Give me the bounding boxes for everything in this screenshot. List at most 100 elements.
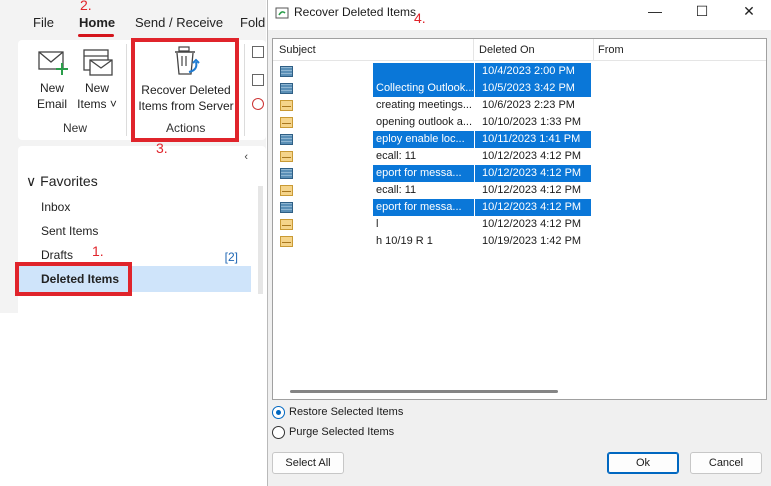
restore-label: Restore Selected Items: [289, 406, 404, 418]
collapse-pane-icon[interactable]: ‹: [244, 151, 248, 163]
tab-home[interactable]: Home: [79, 15, 115, 30]
recover-app-icon: [275, 7, 289, 19]
list-item[interactable]: 10/4/2023 2:00 PM: [273, 63, 766, 80]
new-items-label-2: Items ˅: [77, 97, 117, 111]
list-item[interactable]: eploy enable loc... 10/11/2023 1:41 PM: [273, 131, 766, 148]
drafts-count-badge: [2]: [224, 250, 238, 264]
minimize-button[interactable]: —: [643, 3, 667, 23]
list-item[interactable]: eport for messa... 10/12/2023 4:12 PM: [273, 165, 766, 182]
item-deleted-on: 10/4/2023 2:00 PM: [482, 65, 575, 77]
selection-highlight: [373, 63, 474, 80]
folder-sent-items[interactable]: Sent Items: [41, 224, 98, 238]
partial-ribbon-icon-2: [252, 74, 264, 86]
favorites-label: Favorites: [40, 173, 98, 189]
column-divider: [473, 39, 474, 61]
item-subject: eport for messa...: [376, 167, 462, 179]
partial-ribbon-icon-3: [252, 98, 264, 110]
item-deleted-on: 10/12/2023 4:12 PM: [482, 167, 582, 179]
item-deleted-on: 10/12/2023 4:12 PM: [482, 201, 582, 213]
new-items-button[interactable]: New Items ˅: [74, 46, 120, 112]
item-deleted-on: 10/11/2023 1:41 PM: [482, 133, 581, 145]
recover-deleted-items-dialog: Recover Deleted Items 4. — ☐ ✕ Subject D…: [267, 0, 771, 486]
cancel-button[interactable]: Cancel: [690, 452, 762, 474]
folder-pane-scrollbar[interactable]: [258, 186, 263, 294]
deleted-items-list[interactable]: Subject Deleted On From 10/4/2023 2:00 P…: [272, 38, 767, 400]
envelope-icon: [280, 117, 293, 128]
envelope-icon: [280, 151, 293, 162]
favorites-header[interactable]: ∨ Favorites: [26, 173, 98, 190]
list-item[interactable]: opening outlook a... 10/10/2023 1:33 PM: [273, 114, 766, 131]
item-subject: ecall: 11: [376, 150, 417, 162]
maximize-button[interactable]: ☐: [690, 3, 714, 23]
list-item[interactable]: ecall: 11 10/12/2023 4:12 PM: [273, 182, 766, 199]
item-deleted-on: 10/19/2023 1:42 PM: [482, 235, 582, 247]
column-deleted-on[interactable]: Deleted On: [479, 44, 535, 56]
folder-drafts[interactable]: Drafts: [41, 248, 73, 262]
highlight-box-recover-button: [131, 38, 239, 142]
purge-label: Purge Selected Items: [289, 426, 395, 438]
list-item[interactable]: ecall: 11 10/12/2023 4:12 PM: [273, 148, 766, 165]
note-icon: [280, 134, 293, 145]
step-2-label: 2.: [80, 0, 92, 13]
partial-ribbon-icon: [252, 46, 264, 58]
dialog-titlebar: Recover Deleted Items 4. — ☐ ✕: [268, 0, 771, 30]
new-email-label-2: Email: [36, 97, 67, 111]
column-from[interactable]: From: [598, 44, 624, 56]
item-subject: creating meetings...: [376, 99, 472, 111]
chevron-down-icon: ∨: [26, 173, 37, 189]
item-subject: opening outlook a...: [376, 116, 473, 128]
column-divider: [593, 39, 594, 61]
select-all-button[interactable]: Select All: [272, 452, 344, 474]
column-subject[interactable]: Subject: [279, 44, 316, 56]
tab-file[interactable]: File: [33, 15, 54, 30]
new-items-label-1: New: [84, 81, 109, 95]
item-subject: eport for messa...: [376, 201, 462, 213]
envelope-icon: [280, 185, 293, 196]
item-subject: eploy enable loc...: [376, 133, 465, 145]
close-button[interactable]: ✕: [737, 3, 761, 23]
item-subject: l: [376, 218, 379, 230]
item-subject: h 10/19 R 1: [376, 235, 433, 247]
envelope-icon: [280, 219, 293, 230]
step-3-label: 3.: [156, 140, 168, 156]
note-icon: [280, 66, 293, 77]
item-subject: Collecting Outlook...: [376, 82, 473, 94]
new-email-label-1: New: [39, 81, 64, 95]
note-icon: [280, 83, 293, 94]
list-item[interactable]: Collecting Outlook... 10/5/2023 3:42 PM: [273, 80, 766, 97]
ribbon-tabs: File Home Send / Receive Fold: [0, 0, 266, 37]
highlight-box-deleted-items: [15, 262, 132, 296]
list-item[interactable]: h 10/19 R 1 10/19/2023 1:42 PM: [273, 233, 766, 250]
item-deleted-on: 10/12/2023 4:12 PM: [482, 184, 582, 196]
folder-inbox[interactable]: Inbox: [41, 200, 70, 214]
item-deleted-on: 10/12/2023 4:12 PM: [482, 150, 582, 162]
new-email-icon: [38, 51, 68, 75]
item-subject: ecall: 11: [376, 184, 417, 196]
item-deleted-on: 10/12/2023 4:12 PM: [482, 218, 582, 230]
list-header: Subject Deleted On From: [273, 39, 766, 61]
dialog-title: Recover Deleted Items: [294, 5, 417, 19]
envelope-icon: [280, 100, 293, 111]
new-email-button[interactable]: New Email: [30, 46, 74, 112]
item-deleted-on: 10/10/2023 1:33 PM: [482, 116, 582, 128]
item-deleted-on: 10/5/2023 3:42 PM: [482, 82, 575, 94]
list-item[interactable]: creating meetings... 10/6/2023 2:23 PM: [273, 97, 766, 114]
active-tab-indicator: [78, 34, 114, 37]
ok-button[interactable]: Ok: [607, 452, 679, 474]
group-label-new: New: [63, 121, 88, 135]
item-deleted-on: 10/6/2023 2:23 PM: [482, 99, 575, 111]
ribbon-divider: [126, 44, 127, 136]
tab-folder[interactable]: Fold: [240, 15, 265, 30]
restore-radio[interactable]: [272, 406, 285, 419]
note-icon: [280, 202, 293, 213]
tab-send-receive[interactable]: Send / Receive: [135, 15, 223, 30]
list-item[interactable]: eport for messa... 10/12/2023 4:12 PM: [273, 199, 766, 216]
list-item[interactable]: l 10/12/2023 4:12 PM: [273, 216, 766, 233]
new-items-icon: [83, 49, 113, 76]
step-1-label: 1.: [92, 243, 104, 259]
purge-radio[interactable]: [272, 426, 285, 439]
envelope-icon: [280, 236, 293, 247]
horizontal-scrollbar[interactable]: [290, 390, 558, 393]
ribbon-divider-2: [244, 44, 245, 136]
step-4-label: 4.: [414, 10, 426, 26]
